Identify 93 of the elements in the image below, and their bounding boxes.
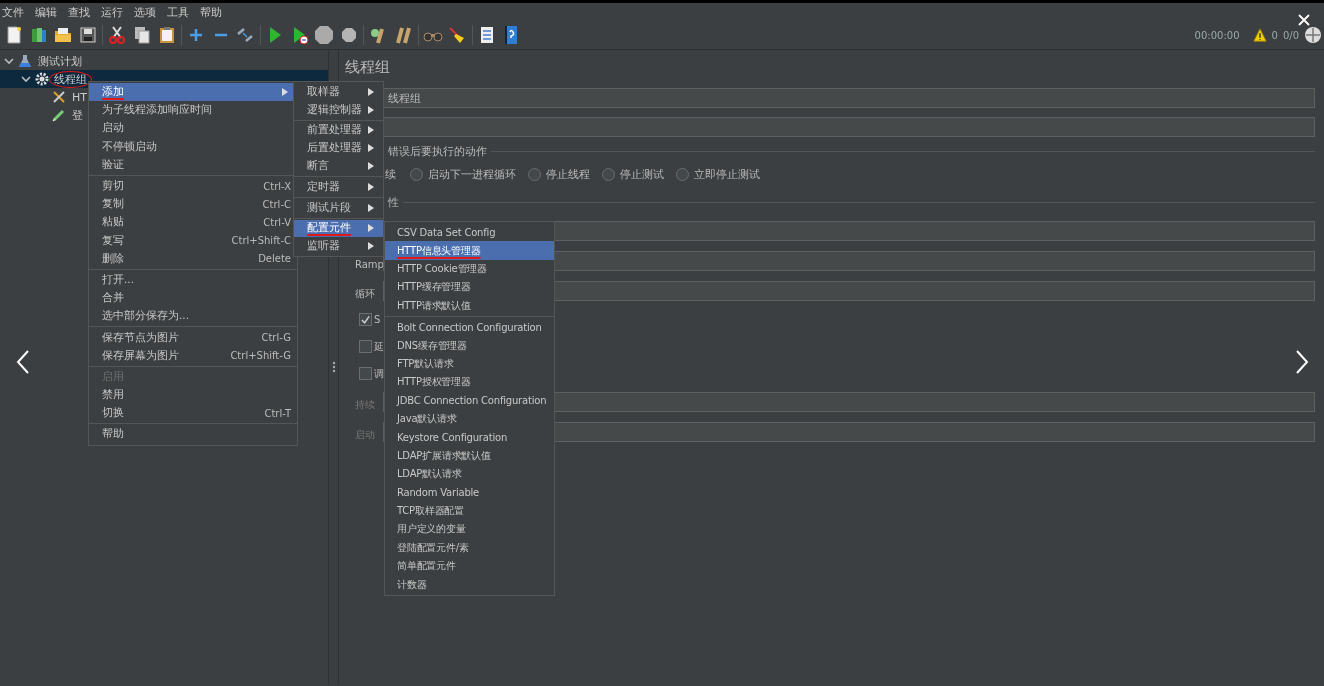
warning-icon[interactable]	[1252, 28, 1267, 42]
menu-item[interactable]: 后置处理器	[294, 139, 383, 158]
menu-item[interactable]: HTTP信息头管理器	[385, 241, 554, 260]
menu-item[interactable]: 监听器	[294, 237, 383, 256]
group-title: 错误后要执行的动作	[387, 143, 488, 159]
grip-icon[interactable]	[331, 361, 336, 373]
chevron-left-icon[interactable]	[16, 350, 30, 374]
scissors-icon[interactable]	[107, 25, 128, 45]
menu-item[interactable]: 不停顿启动	[89, 137, 297, 156]
menu-item[interactable]: Keystore Configuration	[385, 428, 554, 447]
pen-icon	[52, 108, 66, 122]
menu-item[interactable]: 合并	[89, 289, 297, 308]
gear-icon	[35, 72, 49, 86]
new-file-icon[interactable]	[4, 25, 24, 45]
tree-item[interactable]: 登	[70, 107, 85, 123]
menu-item[interactable]: 定时器	[294, 178, 383, 196]
menu-item[interactable]: HTTP缓存管理器	[385, 278, 554, 297]
menu-item[interactable]: 删除 Delete	[89, 249, 297, 268]
menu-item[interactable]: 登陆配置元件/素	[385, 538, 554, 558]
menu-item[interactable]: 用户定义的变量	[385, 520, 554, 539]
menu-item[interactable]: 选中部分保存为...	[89, 307, 297, 326]
flask-icon	[18, 54, 32, 68]
checkbox-label: S	[374, 314, 381, 325]
menu-bar-item[interactable]: 帮助	[200, 4, 233, 20]
chevron-down-icon[interactable]	[4, 56, 14, 66]
tree-item[interactable]: HT	[70, 90, 89, 104]
close-icon[interactable]	[1298, 14, 1310, 26]
field-label: 循环	[355, 287, 375, 301]
menu-item[interactable]: 简单配置元件	[385, 557, 554, 576]
radio-option[interactable]: 停止测试	[602, 166, 664, 182]
globe-icon[interactable]	[1304, 26, 1322, 44]
folder-icon[interactable]	[53, 25, 74, 45]
group-title: 性	[387, 194, 400, 210]
menu-item[interactable]: 复写 Ctrl+Shift-C	[89, 231, 297, 250]
menu-item[interactable]: 帮助	[89, 425, 297, 444]
menu-item[interactable]: HTTP请求默认值	[385, 296, 554, 315]
menu-item[interactable]: DNS缓存管理器	[385, 336, 554, 355]
menu-item[interactable]: 保存节点为图片 Ctrl-G	[89, 328, 297, 347]
radio-option[interactable]: 启动下一进程循环	[410, 166, 516, 182]
checkbox[interactable]	[359, 367, 372, 380]
menu-item[interactable]: 剪切 Ctrl-X	[89, 176, 297, 196]
stop-sign-icon[interactable]	[314, 25, 335, 45]
radio-option[interactable]: 停止线程	[528, 166, 590, 182]
menu-item[interactable]: 前置处理器	[294, 121, 383, 140]
menu-bar-item[interactable]: 编辑	[35, 4, 68, 20]
checkbox[interactable]	[359, 313, 372, 326]
menu-item[interactable]: HTTP Cookie管理器	[385, 259, 554, 279]
radio-label: 续	[384, 166, 396, 182]
menu-item[interactable]: 逻辑控制器	[294, 100, 383, 119]
menu-item[interactable]: 配置元件	[294, 219, 383, 238]
menu-bar-item[interactable]: 运行	[101, 4, 134, 20]
menu-item[interactable]: 打开...	[89, 270, 297, 290]
checkbox-label: 延	[374, 339, 384, 354]
menu-item[interactable]: FTP默认请求	[385, 354, 554, 374]
radio-option[interactable]: 立即停止测试	[676, 166, 760, 182]
tools-icon	[52, 90, 66, 104]
chevron-down-icon[interactable]	[21, 74, 31, 84]
elapsed-time: 00:00:00	[1194, 29, 1240, 41]
panel-title: 线程组	[345, 57, 391, 78]
menu-item[interactable]: 保存屏幕为图片 Ctrl+Shift-G	[89, 346, 297, 365]
menu-item[interactable]: 切换 Ctrl-T	[89, 404, 297, 423]
menu-item[interactable]: 为子线程添加响应时间	[89, 101, 297, 120]
menu-bar-item[interactable]: 查找	[68, 4, 101, 20]
menu-bar-item[interactable]: 工具	[167, 4, 200, 20]
menu-item[interactable]: 断言	[294, 157, 383, 175]
menu-item[interactable]: CSV Data Set Config	[385, 223, 554, 242]
menu-item[interactable]: Random Variable	[385, 483, 554, 502]
menu-item[interactable]: 启动	[89, 119, 297, 138]
menu-item[interactable]: HTTP授权管理器	[385, 373, 554, 392]
menu-item[interactable]: 验证	[89, 155, 297, 174]
menu-item[interactable]: 计数器	[385, 575, 554, 594]
menu-item[interactable]: 测试片段	[294, 198, 383, 217]
menu-item[interactable]: 复制 Ctrl-C	[89, 195, 297, 214]
menu-item[interactable]: Java默认请求	[385, 409, 554, 429]
menu-item[interactable]: LDAP扩展请求默认值	[385, 446, 554, 466]
menu-item[interactable]: TCP取样器配置	[385, 501, 554, 521]
menu-item[interactable]: JDBC Connection Configuration	[385, 391, 554, 410]
menu-item[interactable]: 禁用	[89, 386, 297, 405]
tree-item[interactable]: 测试计划	[36, 53, 84, 69]
menu-item[interactable]: Bolt Connection Configuration	[385, 317, 554, 337]
checkbox[interactable]	[359, 340, 372, 353]
text-field[interactable]	[383, 117, 1315, 137]
checkbox-label: 调	[374, 366, 384, 381]
menu-bar-item[interactable]: 选项	[134, 4, 167, 20]
chevron-right-icon[interactable]	[1295, 350, 1309, 374]
menu-item[interactable]: LDAP默认请求	[385, 465, 554, 484]
text-field[interactable]: 线程组	[383, 88, 1315, 108]
field-label: Ramp	[355, 258, 384, 270]
menu-item[interactable]: 粘贴 Ctrl-V	[89, 213, 297, 232]
menu-item[interactable]: 取样器	[294, 83, 383, 101]
warning-count: 0	[1271, 29, 1278, 41]
menu-bar-item[interactable]: 文件	[2, 4, 35, 20]
thread-count: 0/0	[1282, 29, 1299, 41]
